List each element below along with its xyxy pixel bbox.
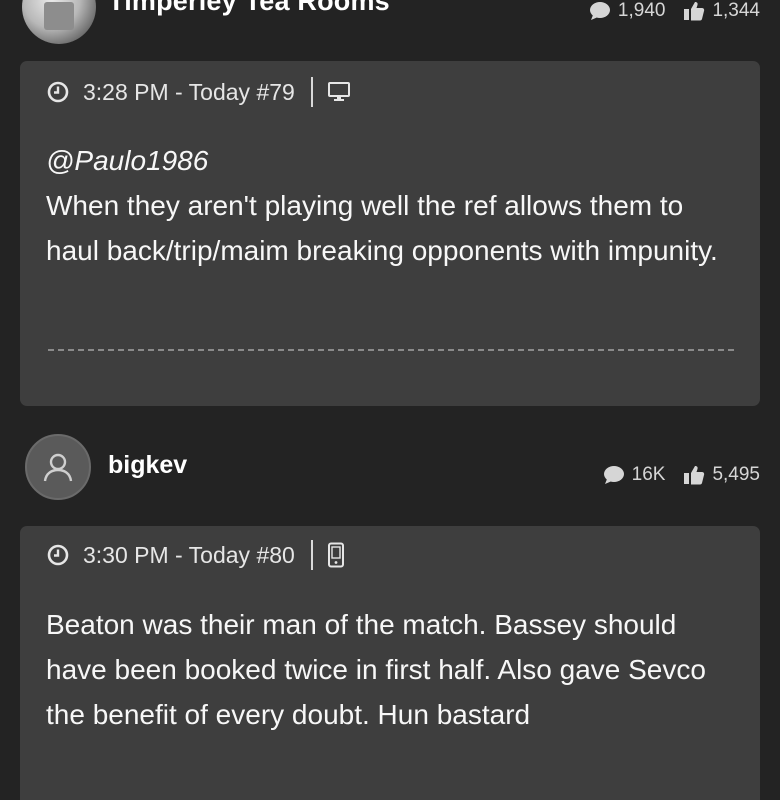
posts-count: 1,940 — [617, 0, 666, 21]
divider — [310, 77, 313, 107]
post-body: @Paulo1986 When they aren't playing well… — [46, 138, 736, 273]
user-mention[interactable]: @Paulo1986 — [46, 138, 736, 183]
likes-stat: 1,344 — [683, 0, 760, 22]
posts-stat: 16K — [603, 464, 666, 486]
post-number[interactable]: #80 — [256, 542, 294, 569]
author-stats: 1,940 1,344 — [589, 0, 760, 22]
speech-bubble-icon — [589, 2, 610, 20]
mobile-icon — [327, 542, 345, 568]
post-body: Beaton was their man of the match. Basse… — [46, 602, 736, 737]
avatar[interactable] — [22, 0, 96, 44]
post-text: Beaton was their man of the match. Basse… — [46, 609, 706, 730]
author-name[interactable]: bigkev — [108, 451, 187, 480]
post-text: When they aren't playing well the ref al… — [46, 190, 718, 266]
post-card: 3:30 PM - Today #80 Beaton was their man… — [20, 526, 760, 800]
author-name[interactable]: Timperley Tea Rooms — [108, 0, 390, 17]
clock-icon — [47, 81, 69, 103]
thumbs-up-icon — [684, 466, 705, 485]
post-time: 3:30 PM - Today — [83, 541, 251, 568]
posts-count: 16K — [631, 464, 666, 485]
post-meta: 3:28 PM - Today #79 — [47, 77, 351, 107]
post-number[interactable]: #79 — [256, 79, 294, 106]
thumbs-up-icon — [684, 2, 705, 21]
post-time: 3:28 PM - Today — [83, 78, 251, 105]
likes-count: 1,344 — [712, 0, 760, 21]
desktop-icon — [327, 81, 351, 103]
post-meta: 3:30 PM - Today #80 — [47, 540, 345, 570]
speech-bubble-icon — [603, 466, 624, 484]
author-stats: 16K 5,495 — [603, 464, 760, 486]
divider — [48, 349, 734, 351]
posts-stat: 1,940 — [589, 0, 666, 22]
user-icon — [43, 453, 73, 482]
post-card: 3:28 PM - Today #79 @Paulo1986 When they… — [20, 61, 760, 406]
likes-stat: 5,495 — [683, 464, 760, 486]
top-author-header: Timperley Tea Rooms 1,940 1,344 — [0, 0, 780, 48]
divider — [310, 540, 313, 570]
clock-icon — [47, 544, 69, 566]
avatar[interactable] — [25, 434, 91, 500]
likes-count: 5,495 — [712, 464, 760, 485]
author-header: bigkev 16K 5,495 — [0, 432, 780, 512]
